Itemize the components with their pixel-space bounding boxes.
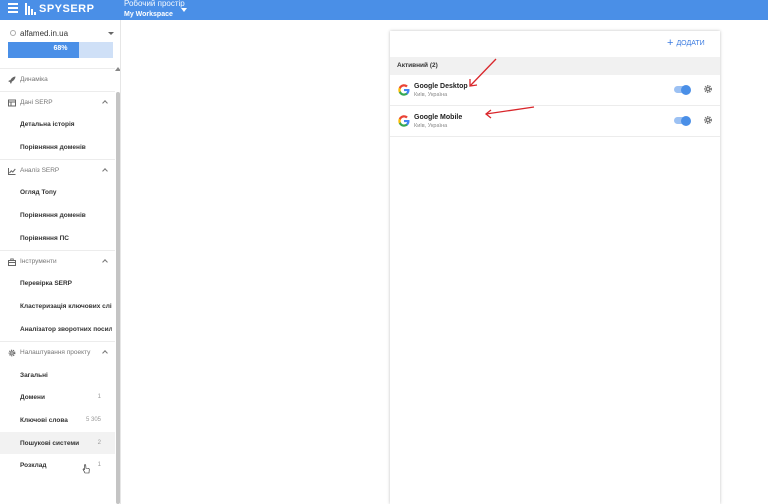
chevron-up-icon[interactable] [102,259,108,265]
engine-row-google-desktop: Google Desktop Київ, Україна [390,75,720,106]
sidebar-item-14[interactable]: Загальні [0,364,115,386]
engine-row-google-mobile: Google Mobile Київ, Україна [390,106,720,137]
sidebar-item-label: Кластеризація ключових слів [20,302,112,310]
brand-name: SPYSERP [39,3,95,15]
sidebar-item-count: 1 [97,394,101,400]
sidebar-item-label: Перевірка SERP [20,279,73,287]
gear-icon[interactable] [703,115,713,125]
sidebar-item-11[interactable]: Кластеризація ключових слів [0,295,115,317]
sidebar-item-6[interactable]: Огляд Топу [0,181,115,203]
chevron-up-icon[interactable] [102,168,108,174]
progress-text: 68% [53,45,68,52]
table-icon [8,99,16,107]
scroll-up-arrow-icon[interactable] [115,67,120,71]
chevron-down-icon [108,32,114,35]
sidebar-item-15[interactable]: Домени 1 [0,386,115,408]
google-logo-icon [398,84,410,96]
sidebar-item-label: Загальні [20,371,48,379]
sidebar-section-label: Динаміка [20,76,48,83]
site-name: alfamed.in.ua [20,29,69,38]
site-status-icon [10,30,16,36]
sidebar-section-13[interactable]: Налаштування проекту [0,341,115,363]
sidebar-item-4[interactable]: Порівняння доменів [0,136,115,158]
sidebar-item-label: Огляд Топу [20,188,57,196]
add-button-label: ДОДАТИ [676,39,705,47]
sidebar-item-16[interactable]: Ключові слова 5 305 [0,409,115,431]
sidebar-section-label: Дані SERP [20,99,53,106]
sidebar-section-5[interactable]: Аналіз SERP [0,159,115,181]
gear-icon [8,349,16,357]
sidebar-item-count: 1 [97,462,101,468]
sidebar-item-10[interactable]: Перевірка SERP [0,272,115,294]
sidebar-section-label: Налаштування проекту [20,349,91,356]
toolbox-icon [8,258,16,266]
sidebar-section-1[interactable]: Динаміка [0,68,115,90]
site-progress-bar: 68% [8,42,113,58]
engine-enabled-toggle[interactable] [674,84,691,95]
sidebar-item-count: 2 [97,440,101,446]
hand-cursor-icon [82,464,90,474]
site-selector[interactable]: alfamed.in.ua 68% [0,20,120,62]
sidebar-item-3[interactable]: Детальна історія [0,113,115,135]
sidebar-item-label: Порівняння доменів [20,211,86,219]
sidebar-item-7[interactable]: Порівняння доменів [0,204,115,226]
sidebar-item-17[interactable]: Пошукові системи 2 [0,432,115,454]
toggle-knob [681,115,691,126]
spyserp-logo-icon [25,2,36,16]
engine-enabled-toggle[interactable] [674,115,691,126]
plus-icon: + [667,37,674,49]
workspace-selector[interactable]: Робочий простір My Workspace [124,0,187,19]
engine-name: Google Desktop [414,83,468,90]
sidebar-scrollbar[interactable] [116,92,120,504]
top-bar: SPYSERP Робочий простір My Workspace [0,0,768,20]
rocket-icon [8,76,16,84]
sidebar-item-label: Порівняння ПС [20,234,69,242]
toggle-knob [681,84,691,95]
workspace-label: Робочий простір [124,0,185,8]
add-search-engine-button[interactable]: + ДОДАТИ [667,37,705,49]
sidebar-item-8[interactable]: Порівняння ПС [0,227,115,249]
sidebar-item-label: Аналізатор зворотних посилань [20,325,112,333]
sidebar-item-count: 5 305 [85,417,101,423]
gear-icon[interactable] [703,84,713,94]
sidebar-section-label: Інструменти [20,258,57,265]
active-group-header: Активний (2) [390,57,720,75]
sidebar-item-12[interactable]: Аналізатор зворотних посилань [0,318,115,340]
sidebar-item-18[interactable]: Розклад 1 [0,454,115,476]
engine-location: Київ, Україна [414,123,448,129]
brand-logo[interactable]: SPYSERP [25,2,94,16]
chart-icon [8,168,16,175]
sidebar: alfamed.in.ua 68% Динаміка Дані SERP Детал… [0,20,121,504]
engine-name: Google Mobile [414,114,463,121]
sidebar-item-label: Детальна історія [20,120,75,128]
hamburger-menu-icon[interactable] [8,3,18,15]
sidebar-section-9[interactable]: Інструменти [0,250,115,272]
search-engines-panel: + ДОДАТИ Активний (2) Google Desktop Киї… [390,31,720,504]
engine-location: Київ, Україна [414,92,448,98]
chevron-up-icon[interactable] [102,100,108,106]
active-group-title: Активний (2) [397,62,438,69]
chevron-up-icon[interactable] [102,350,108,356]
workspace-name: My Workspace [124,11,173,18]
sidebar-section-label: Аналіз SERP [20,167,60,174]
sidebar-section-2[interactable]: Дані SERP [0,91,115,113]
sidebar-item-label: Порівняння доменів [20,143,86,151]
google-logo-icon [398,115,410,127]
chevron-down-icon [181,8,187,12]
